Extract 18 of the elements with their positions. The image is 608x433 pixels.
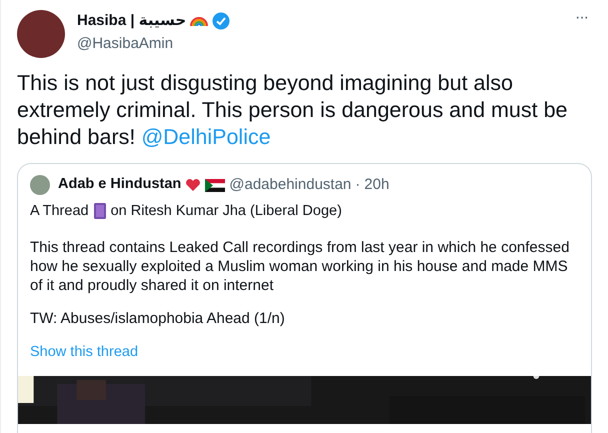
timestamp[interactable]: 20h [364, 174, 390, 196]
flag-icon [205, 178, 226, 192]
author-handle[interactable]: @adabehindustan [229, 174, 352, 196]
author-handle[interactable]: @HasibaAmin [77, 32, 564, 55]
paragraph: This thread contains Leaked Call recordings from last year in which he confessed how he sexually exploited a Muslim woman working in his house and made MMS of it and proudly shared it on internet [30, 238, 570, 296]
thread-title: A Thread [30, 202, 89, 220]
rainbow-icon [190, 16, 208, 26]
book-icon [92, 202, 107, 220]
thread-title: on Ritesh Kumar Jha (Liberal Doge) [110, 202, 342, 220]
quoted-tweet-card[interactable] [17, 163, 592, 433]
paragraph: TW: Abuses/islamophobia Ahead (1/n) [30, 309, 286, 328]
avatar[interactable] [17, 10, 65, 58]
separator-dot: · [355, 175, 360, 195]
author-name[interactable]: Adab e Hindustan [58, 174, 182, 196]
author-name[interactable]: Hasiba | حسيبة [77, 10, 186, 32]
tweet-text: This is not just disgusting beyond imagining but also extremely criminal. This person is dangerous and must be behind bars! @DelhiPolice [17, 70, 568, 151]
more-button[interactable]: ··· [571, 10, 592, 26]
heart-icon [185, 178, 202, 192]
